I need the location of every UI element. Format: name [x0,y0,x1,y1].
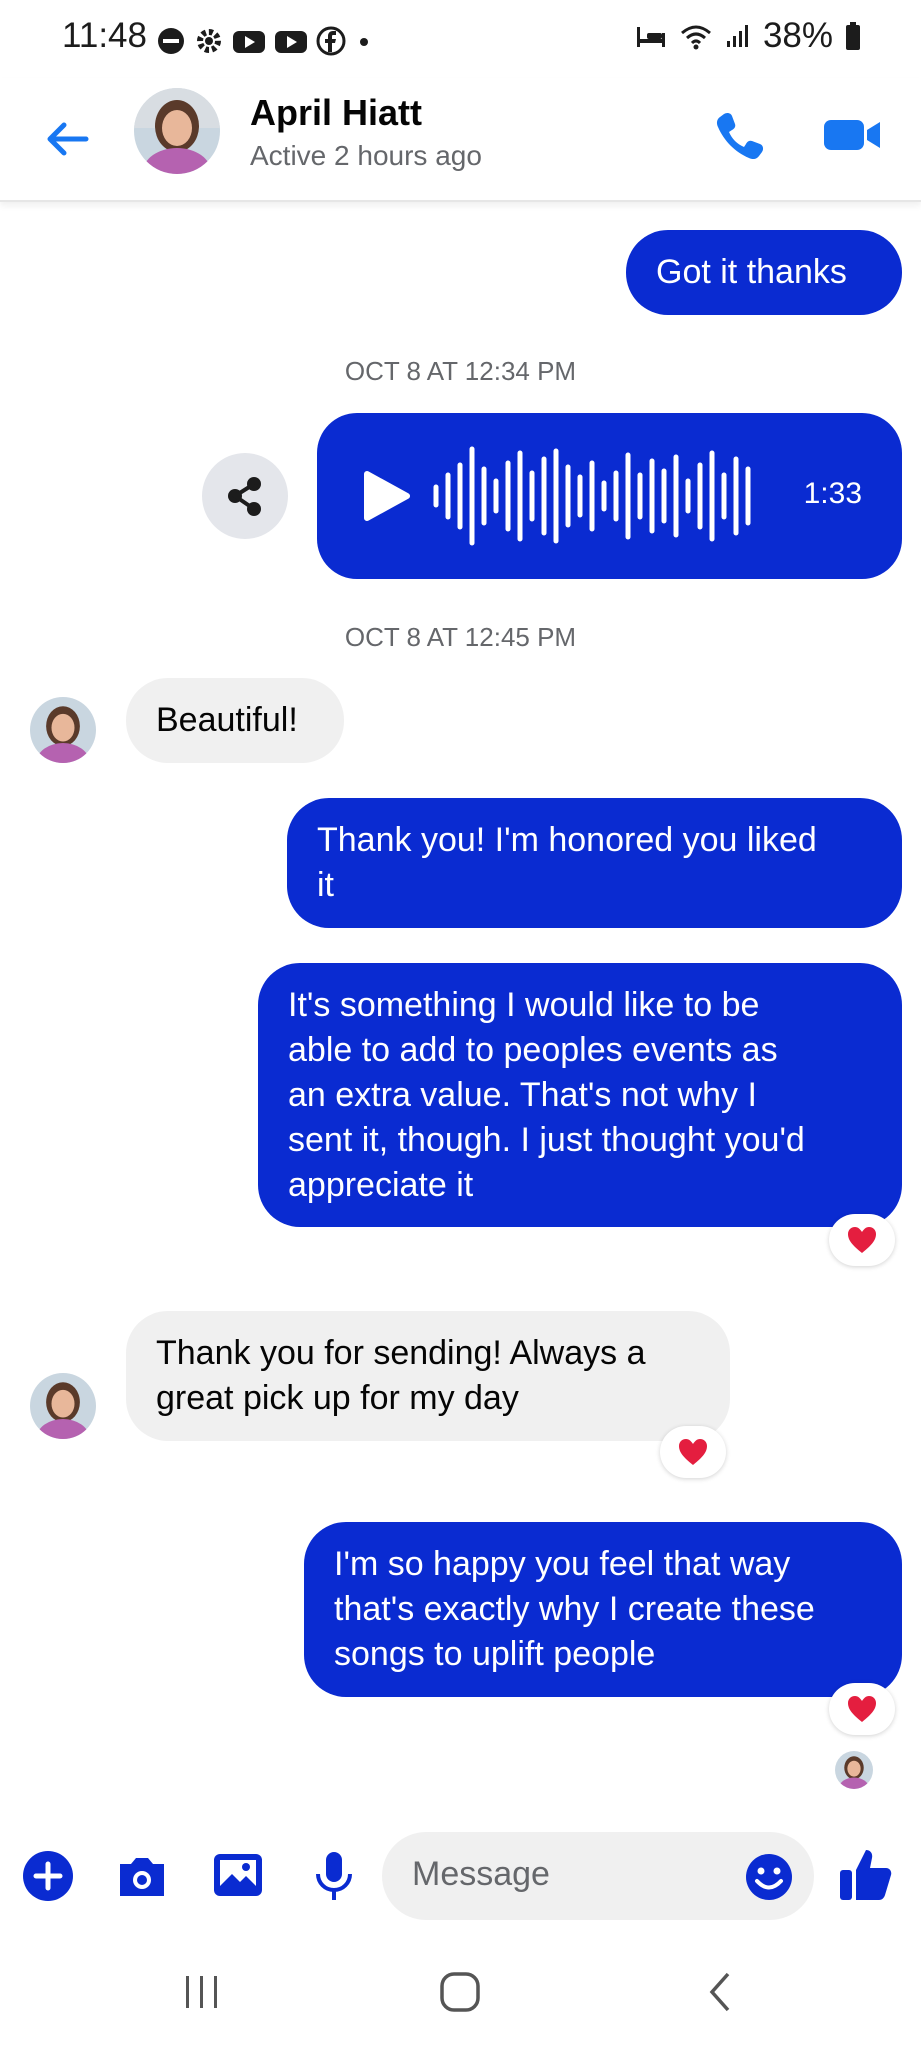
timestamp: OCT 8 AT 12:45 PM [344,622,577,652]
share-icon [228,477,261,516]
message-text: Thank you! I'm honored you liked [317,821,817,859]
play-icon[interactable] [357,468,413,524]
reaction-badge[interactable] [829,1683,895,1735]
settings-icon [197,29,221,53]
chat-header: April Hiatt Active 2 hours ago [0,78,921,202]
message-input[interactable]: Message [382,1832,814,1920]
contact-name[interactable]: April Hiatt [250,92,422,134]
message-text: songs to uplift people [334,1635,656,1673]
back-nav-icon[interactable] [700,1970,740,2014]
facebook-icon [316,26,346,56]
message-outgoing[interactable]: I'm so happy you feel that way that's ex… [304,1522,902,1697]
message-text: It's something I would like to be [288,986,760,1024]
reaction-badge[interactable] [829,1214,895,1266]
message-text: I'm so happy you feel that way [334,1545,791,1583]
timestamp: OCT 8 AT 12:34 PM [344,356,577,386]
message-text: appreciate it [288,1166,474,1204]
read-receipt-avatar [835,1751,873,1789]
contact-active-status: Active 2 hours ago [250,140,482,171]
message-placeholder: Message [412,1855,550,1893]
share-button[interactable] [202,453,288,539]
emoji-icon[interactable] [744,1852,794,1902]
message-outgoing[interactable]: Thank you! I'm honored you liked it [287,798,902,928]
video-call-icon[interactable] [822,110,884,160]
back-arrow-icon[interactable] [40,112,94,166]
message-text: it [317,866,334,904]
battery-percent: 38% [762,16,833,55]
like-icon[interactable] [836,1844,896,1904]
gallery-icon[interactable] [210,1848,266,1904]
phone-call-icon[interactable] [712,108,766,162]
message-outgoing[interactable]: Got it thanks [626,230,902,315]
heart-icon [848,1696,876,1722]
reaction-badge[interactable] [660,1426,726,1478]
youtube-icon [233,31,265,53]
message-text: Beautiful! [156,701,298,739]
dot-icon [360,38,368,46]
message-incoming[interactable]: Beautiful! [126,678,344,763]
voice-message[interactable]: 1:33 [317,413,902,579]
plus-icon[interactable] [20,1848,76,1904]
message-outgoing[interactable]: It's something I would like to be able t… [258,963,902,1227]
camera-icon[interactable] [114,1848,170,1904]
signal-icon [726,25,748,47]
waveform-icon [433,446,751,546]
status-time: 11:48 [62,16,147,55]
message-text: Thank you for sending! Always a [156,1334,646,1372]
wifi-icon [680,25,711,50]
voice-duration: 1:33 [803,477,862,510]
microphone-icon[interactable] [306,1848,362,1904]
bed-icon [636,27,665,47]
home-icon[interactable] [438,1970,482,2014]
status-bar: 11:48 38% [0,0,921,78]
android-nav-bar [0,1940,921,2048]
message-incoming[interactable]: Thank you for sending! Always a great pi… [126,1311,730,1441]
message-text: able to add to peoples events as [288,1031,778,1069]
battery-icon [846,22,860,50]
notification-icons [156,24,374,58]
heart-icon [679,1439,707,1465]
message-text: great pick up for my day [156,1379,519,1417]
contact-avatar-small[interactable] [30,697,96,763]
message-text: that's exactly why I create these [334,1590,815,1628]
message-text: an extra value. That's not why I [288,1076,757,1114]
do-not-disturb-icon [158,28,184,54]
status-right: 38% [635,16,861,56]
message-text: Got it thanks [656,253,847,291]
contact-avatar-small[interactable] [30,1373,96,1439]
youtube-icon [275,31,307,53]
recent-apps-icon[interactable] [180,1972,224,2012]
contact-avatar[interactable] [134,88,220,174]
heart-icon [848,1227,876,1253]
message-text: sent it, though. I just thought you'd [288,1121,805,1159]
